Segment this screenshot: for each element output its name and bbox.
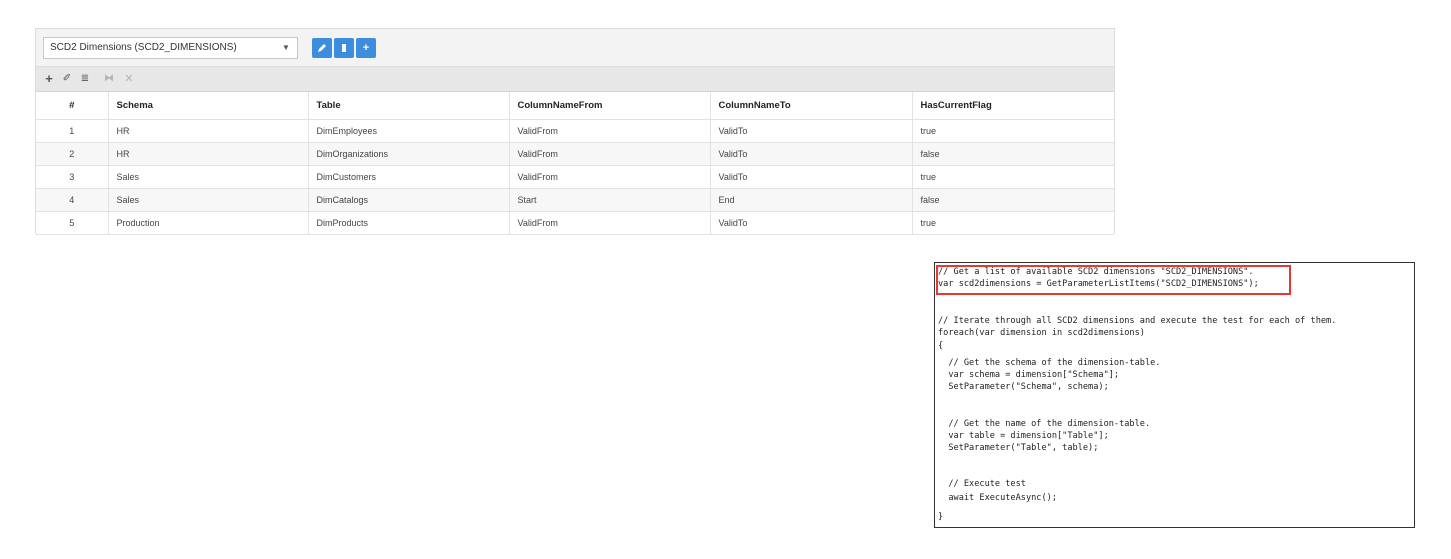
cell-number: 2 (36, 142, 109, 166)
table-row[interactable]: 5 Production DimProducts ValidFrom Valid… (36, 211, 1114, 235)
code-line: var table = dimension["Table"]; (938, 431, 1109, 441)
cell-columnnamefrom[interactable]: Start (509, 188, 711, 212)
dimension-select[interactable]: SCD2 Dimensions (SCD2_DIMENSIONS) (43, 37, 298, 59)
cell-schema[interactable]: Production (108, 211, 309, 235)
cell-columnnameto[interactable]: ValidTo (710, 119, 913, 143)
table-row[interactable]: 4 Sales DimCatalogs Start End false (36, 188, 1114, 212)
save-icon[interactable]: ⧓ (102, 71, 116, 87)
code-line: { (938, 341, 944, 351)
code-line: // Get the schema of the dimension-table… (938, 358, 1161, 368)
cell-table[interactable]: DimCustomers (308, 165, 510, 189)
cell-columnnameto[interactable]: ValidTo (710, 211, 913, 235)
column-header-number[interactable]: # (36, 92, 109, 120)
scd2-dimensions-table: # Schema Table ColumnNameFrom ColumnName… (36, 92, 1114, 235)
grid-toolbar: + ✐ ≣ ⧓ ✕ (36, 66, 1114, 92)
table-row[interactable]: 2 HR DimOrganizations ValidFrom ValidTo … (36, 142, 1114, 166)
chevron-down-icon[interactable]: ▼ (274, 37, 298, 59)
column-header-hascurrentflag[interactable]: HasCurrentFlag (912, 92, 1114, 120)
cancel-icon[interactable]: ✕ (122, 71, 136, 87)
code-line: var schema = dimension["Schema"]; (938, 370, 1120, 380)
cell-columnnameto[interactable]: ValidTo (710, 142, 913, 166)
column-header-schema[interactable]: Schema (108, 92, 309, 120)
cell-schema[interactable]: Sales (108, 165, 309, 189)
trash-icon (342, 44, 346, 52)
cell-hascurrentflag[interactable]: true (912, 119, 1114, 143)
cell-number: 5 (36, 211, 109, 235)
cell-columnnamefrom[interactable]: ValidFrom (509, 211, 711, 235)
code-line: SetParameter("Table", table); (938, 443, 1099, 453)
parameter-list-panel: SCD2 Dimensions (SCD2_DIMENSIONS) ▼ + + … (35, 28, 1115, 235)
table-row[interactable]: 3 Sales DimCustomers ValidFrom ValidTo t… (36, 165, 1114, 189)
cell-table[interactable]: DimProducts (308, 211, 510, 235)
table-row[interactable]: 1 HR DimEmployees ValidFrom ValidTo true (36, 119, 1114, 143)
cell-number: 1 (36, 119, 109, 143)
cell-hascurrentflag[interactable]: false (912, 188, 1114, 212)
column-header-columnnamefrom[interactable]: ColumnNameFrom (509, 92, 711, 120)
delete-list-button[interactable] (334, 38, 354, 58)
add-list-button[interactable]: + (356, 38, 376, 58)
cell-table[interactable]: DimOrganizations (308, 142, 510, 166)
cell-columnnamefrom[interactable]: ValidFrom (509, 165, 711, 189)
cell-columnnamefrom[interactable]: ValidFrom (509, 119, 711, 143)
code-line: } (938, 512, 944, 522)
cell-number: 4 (36, 188, 109, 212)
cell-schema[interactable]: Sales (108, 188, 309, 212)
cell-hascurrentflag[interactable]: false (912, 142, 1114, 166)
code-line: // Get a list of available SCD2 dimensio… (938, 267, 1254, 277)
code-line: // Get the name of the dimension-table. (938, 419, 1151, 429)
code-line: // Iterate through all SCD2 dimensions a… (938, 316, 1337, 326)
cell-hascurrentflag[interactable]: true (912, 165, 1114, 189)
cell-table[interactable]: DimEmployees (308, 119, 510, 143)
code-line: var scd2dimensions = GetParameterListIte… (938, 279, 1259, 289)
code-line: await ExecuteAsync(); (938, 493, 1057, 503)
table-header-row: # Schema Table ColumnNameFrom ColumnName… (36, 92, 1114, 120)
code-line: // Execute test (938, 479, 1026, 489)
edit-row-icon[interactable]: ✐ (60, 71, 74, 87)
parameter-list-header: SCD2 Dimensions (SCD2_DIMENSIONS) ▼ + (36, 29, 1114, 66)
code-line: foreach(var dimension in scd2dimensions) (938, 328, 1145, 338)
cell-columnnamefrom[interactable]: ValidFrom (509, 142, 711, 166)
cell-number: 3 (36, 165, 109, 189)
edit-list-button[interactable] (312, 38, 332, 58)
cell-table[interactable]: DimCatalogs (308, 188, 510, 212)
cell-schema[interactable]: HR (108, 142, 309, 166)
column-header-table[interactable]: Table (308, 92, 510, 120)
cell-columnnameto[interactable]: End (710, 188, 913, 212)
cell-hascurrentflag[interactable]: true (912, 211, 1114, 235)
cell-schema[interactable]: HR (108, 119, 309, 143)
pencil-icon (318, 44, 326, 52)
column-header-columnnameto[interactable]: ColumnNameTo (710, 92, 913, 120)
cell-columnnameto[interactable]: ValidTo (710, 165, 913, 189)
code-line: SetParameter("Schema", schema); (938, 382, 1109, 392)
add-row-icon[interactable]: + (42, 71, 56, 87)
delete-row-icon[interactable]: ≣ (78, 71, 92, 87)
code-snippet: // Get a list of available SCD2 dimensio… (934, 262, 1415, 528)
